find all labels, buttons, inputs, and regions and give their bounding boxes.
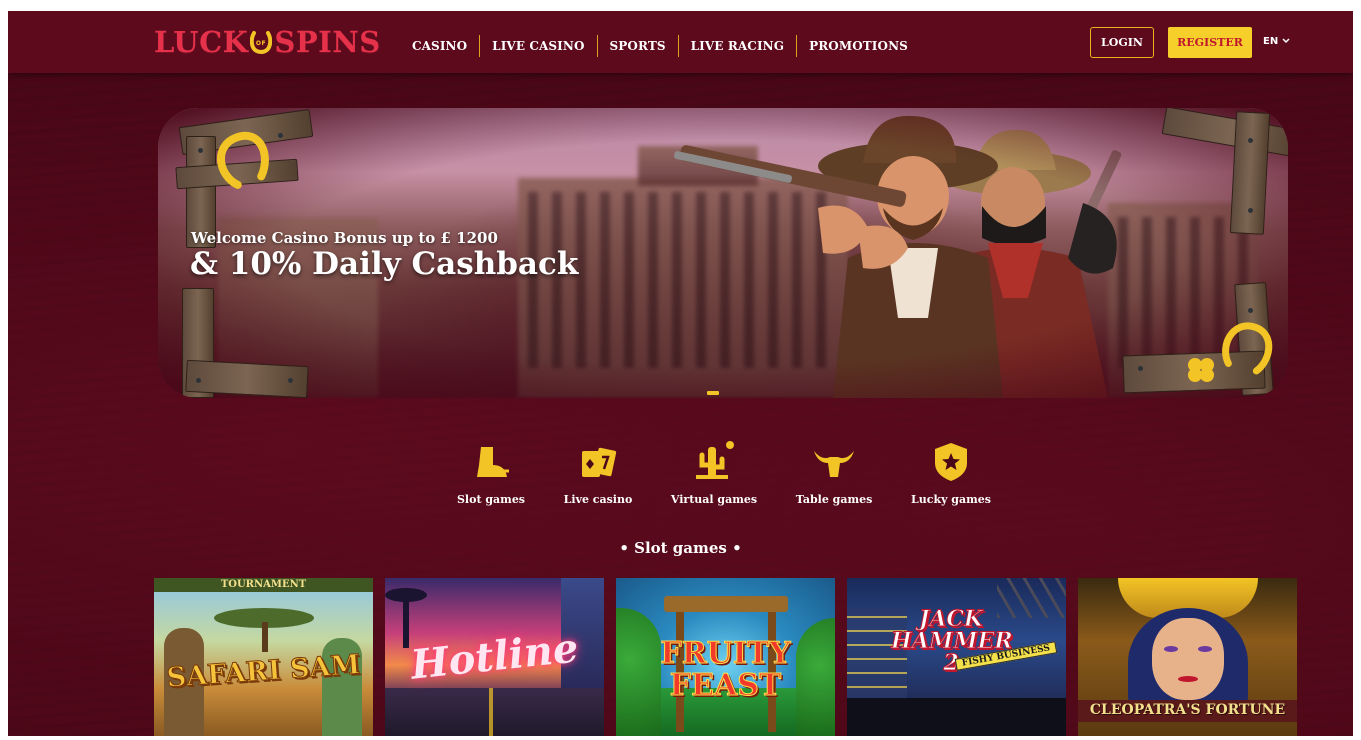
logo-text-of: OF (256, 40, 266, 47)
nav-live-racing[interactable]: LIVE RACING (679, 38, 796, 54)
category-label: Virtual games (670, 493, 758, 506)
category-label: Table games (795, 493, 873, 506)
language-selector[interactable]: EN (1263, 36, 1290, 47)
nav-casino[interactable]: CASINO (400, 38, 479, 54)
horseshoe-icon (217, 131, 269, 189)
login-button[interactable]: LOGIN (1090, 27, 1154, 58)
nav-promotions[interactable]: PROMOTIONS (797, 38, 920, 54)
clover-icon (1188, 358, 1214, 382)
horseshoe-logo-icon: OF (250, 30, 273, 54)
cactus-icon (692, 439, 736, 483)
page-frame: LUCK OF SPINS CASINO LIVE CASINO SPORTS … (8, 11, 1353, 736)
nav-live-casino[interactable]: LIVE CASINO (480, 38, 596, 54)
game-tile-hotline[interactable]: Hotline (385, 578, 604, 736)
bull-skull-icon (812, 439, 856, 483)
tournament-badge: TOURNAMENT (220, 579, 307, 590)
site-header: LUCK OF SPINS CASINO LIVE CASINO SPORTS … (8, 11, 1353, 73)
hero-title: & 10% Daily Cashback (190, 246, 579, 282)
category-live-casino[interactable]: Live casino (548, 439, 648, 506)
carousel-indicator[interactable] (707, 391, 719, 395)
category-table-games[interactable]: Table games (784, 439, 884, 506)
horseshoe-icon (1222, 322, 1273, 375)
category-label: Slot games (456, 493, 526, 506)
game-tile-jack-hammer-2[interactable]: JACK HAMMER 2 FISHY BUSINESS (847, 578, 1066, 736)
chevron-down-icon (1282, 36, 1290, 47)
game-title: CLEOPATRA'S FORTUNE (1089, 702, 1286, 718)
game-tile-safari-sam[interactable]: TOURNAMENT SAFARI SAM (154, 578, 373, 736)
section-title-slot-games: • Slot games • (619, 539, 742, 557)
hero-subtitle: Welcome Casino Bonus up to £ 1200 (191, 229, 498, 247)
nav-sports[interactable]: SPORTS (598, 38, 678, 54)
game-tile-cleopatras-fortune[interactable]: CLEOPATRA'S FORTUNE (1078, 578, 1297, 736)
category-label: Live casino (563, 493, 633, 506)
logo-text-spins: SPINS (274, 25, 381, 59)
language-code: EN (1263, 36, 1279, 47)
category-virtual-games[interactable]: Virtual games (664, 439, 764, 506)
logo-text-luck: LUCK (154, 25, 249, 59)
register-button[interactable]: REGISTER (1168, 27, 1252, 58)
site-logo[interactable]: LUCK OF SPINS (154, 25, 381, 59)
game-tile-fruity-feast[interactable]: FRUITY FEAST (616, 578, 835, 736)
cards-icon (578, 439, 618, 483)
game-title: FRUITY FEAST (660, 636, 791, 703)
category-slot-games[interactable]: Slot games (441, 439, 541, 506)
category-lucky-games[interactable]: Lucky games (901, 439, 1001, 506)
sheriff-badge-icon (931, 439, 971, 483)
main-nav: CASINO LIVE CASINO SPORTS LIVE RACING PR… (400, 35, 920, 57)
category-label: Lucky games (911, 493, 991, 506)
boot-icon (471, 439, 511, 483)
